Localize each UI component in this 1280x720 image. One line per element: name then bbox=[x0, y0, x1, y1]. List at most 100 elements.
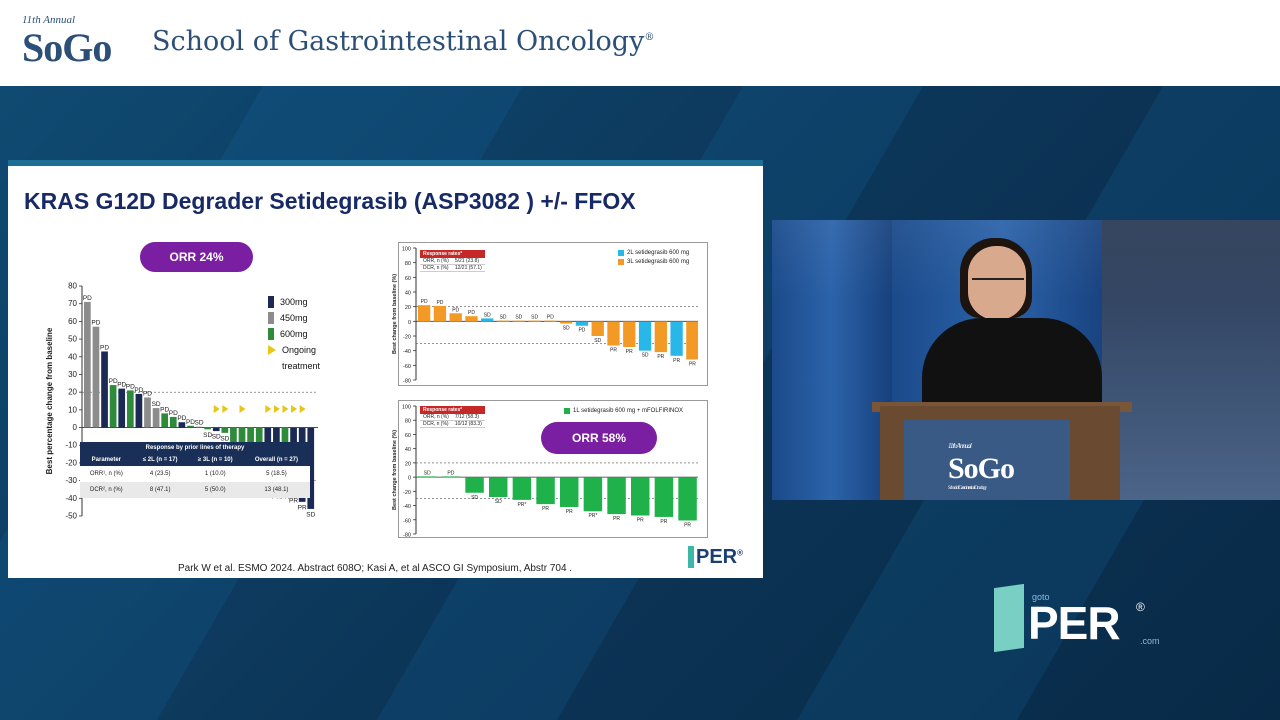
bar bbox=[118, 388, 126, 428]
y-tick-label: 40 bbox=[405, 291, 411, 297]
table-header: ≤ 2L (n = 17) bbox=[132, 454, 188, 466]
sogo-logo: 11th Annual SoGo bbox=[22, 14, 132, 70]
table-row: ORR¹, n (%) 4 (23.5) 1 (10.0) 5 (18.5) bbox=[80, 466, 310, 482]
per-logo: PER® bbox=[688, 546, 743, 569]
table-header: ≥ 3L (n = 10) bbox=[187, 454, 243, 466]
chart3-legend: 1L setidegrasib 600 mg + mFOLFIRINOX bbox=[564, 406, 683, 415]
bar-label: PR* bbox=[517, 502, 526, 508]
bar-label: SD bbox=[195, 420, 204, 427]
bar bbox=[654, 321, 667, 353]
per-registered: ® bbox=[1136, 600, 1145, 614]
chart3-response-table: Response rates* ORR, n (%) 7/12 (58.3) DC… bbox=[420, 406, 485, 428]
bar bbox=[178, 422, 186, 428]
com-text: .com bbox=[1140, 636, 1160, 646]
legend-2l: 2L setidegrasib 600 mg bbox=[618, 248, 689, 257]
bar bbox=[433, 305, 447, 322]
bar bbox=[187, 425, 194, 428]
orr-pill-1: ORR 24% bbox=[140, 242, 253, 272]
y-tick-label: -60 bbox=[403, 518, 411, 524]
bar-label: SD bbox=[515, 315, 522, 321]
table-cell: 13 (48.1) bbox=[242, 482, 310, 498]
ongoing-marker bbox=[291, 405, 298, 413]
speaker-video: 11th Annual SoGo School of Gastrointesti… bbox=[772, 220, 1280, 500]
y-tick-label: -40 bbox=[65, 494, 77, 503]
bar-label: PD bbox=[447, 470, 454, 476]
bar-label: PD bbox=[468, 310, 475, 316]
bar-label: SD bbox=[500, 315, 507, 321]
y-tick-label: 80 bbox=[405, 419, 411, 425]
legend-swatch bbox=[618, 249, 624, 256]
bar bbox=[135, 393, 143, 428]
bar bbox=[591, 321, 604, 336]
bar bbox=[418, 305, 431, 322]
bar-label: PD bbox=[547, 315, 554, 321]
podium-annual: 11th Annual bbox=[948, 442, 972, 450]
bar bbox=[536, 477, 555, 505]
mini-cell: 10/12 (83.3) bbox=[451, 420, 485, 428]
y-tick-label: 30 bbox=[68, 370, 77, 379]
bar bbox=[489, 477, 508, 498]
table-header: Parameter bbox=[80, 454, 133, 466]
bar-label: PD bbox=[452, 307, 459, 313]
bar-label: SD bbox=[594, 338, 601, 344]
bar bbox=[670, 321, 683, 356]
triangle-icon bbox=[268, 345, 276, 355]
presentation-slide: KRAS G12D Degrader Setidegrasib (ASP3082… bbox=[8, 160, 763, 578]
bar bbox=[418, 476, 437, 478]
bar-label: PR bbox=[610, 348, 617, 354]
bar bbox=[638, 321, 652, 351]
y-tick-label: 20 bbox=[68, 388, 77, 397]
per-logo-bar bbox=[688, 546, 694, 568]
bar-label: PR bbox=[613, 516, 620, 522]
legend-label: 600mg bbox=[280, 329, 308, 339]
table-cell: 4 (23.5) bbox=[132, 466, 188, 482]
bar bbox=[92, 326, 100, 428]
page-title: School of Gastrointestinal Oncology® bbox=[152, 26, 654, 57]
bar bbox=[109, 385, 117, 428]
bar-label: PD bbox=[421, 299, 428, 305]
y-tick-label: 10 bbox=[68, 405, 77, 414]
y-tick-label: -20 bbox=[65, 458, 77, 467]
bar-label: PD bbox=[91, 320, 100, 327]
bar-label: PD bbox=[100, 344, 109, 351]
logo-shape bbox=[994, 583, 1024, 653]
header-bar: 11th Annual SoGo School of Gastrointesti… bbox=[0, 0, 1280, 86]
y-tick-label: 70 bbox=[68, 299, 77, 308]
table-cell: ORR¹, n (%) bbox=[80, 466, 133, 482]
bar bbox=[583, 477, 603, 512]
y-tick-label: -10 bbox=[65, 441, 77, 450]
bar bbox=[560, 321, 573, 324]
bar-label: PR bbox=[684, 522, 691, 528]
bar-label: SD bbox=[424, 470, 431, 476]
y-tick-label: -40 bbox=[403, 504, 411, 510]
bar bbox=[144, 397, 151, 428]
bar-label: PR bbox=[542, 506, 549, 512]
bar bbox=[623, 321, 636, 347]
chart2-legend: 2L setidegrasib 600 mg 3L setidegrasib 6… bbox=[618, 248, 689, 266]
orr-pill-2: ORR 58% bbox=[541, 422, 657, 454]
y-axis-label: Best change from baseline (%) bbox=[392, 430, 398, 510]
y-tick-label: 20 bbox=[405, 305, 411, 311]
mini-cell: 12/21 (57.1) bbox=[451, 264, 485, 272]
bar bbox=[195, 426, 203, 428]
y-tick-label: -20 bbox=[403, 335, 411, 341]
y-axis-label: Best percentage change from baseline bbox=[45, 327, 54, 474]
table-cell: DCR², n (%) bbox=[80, 482, 133, 498]
podium-sub: School of Gastrointestinal Oncology bbox=[948, 486, 987, 491]
table-cell: 1 (10.0) bbox=[187, 466, 243, 482]
ongoing-marker bbox=[282, 405, 289, 413]
response-table: Response by prior lines of therapy Param… bbox=[80, 442, 310, 498]
y-tick-label: 80 bbox=[68, 282, 77, 291]
legend-450mg: 450mg bbox=[268, 310, 320, 326]
logo-brand: SoGo bbox=[22, 25, 112, 70]
y-tick-label: -80 bbox=[403, 533, 411, 539]
bar bbox=[528, 320, 541, 322]
legend-600mg: 600mg bbox=[268, 326, 320, 342]
bar-label: SD bbox=[642, 353, 649, 359]
bar-label: PR bbox=[660, 519, 667, 525]
table-row: DCR², n (%) 8 (47.1) 5 (50.0) 13 (48.1) bbox=[80, 482, 310, 498]
mini-table-title: Response rates* bbox=[420, 250, 485, 258]
bar bbox=[441, 476, 461, 478]
y-tick-label: -30 bbox=[65, 476, 77, 485]
ongoing-marker bbox=[299, 405, 306, 413]
